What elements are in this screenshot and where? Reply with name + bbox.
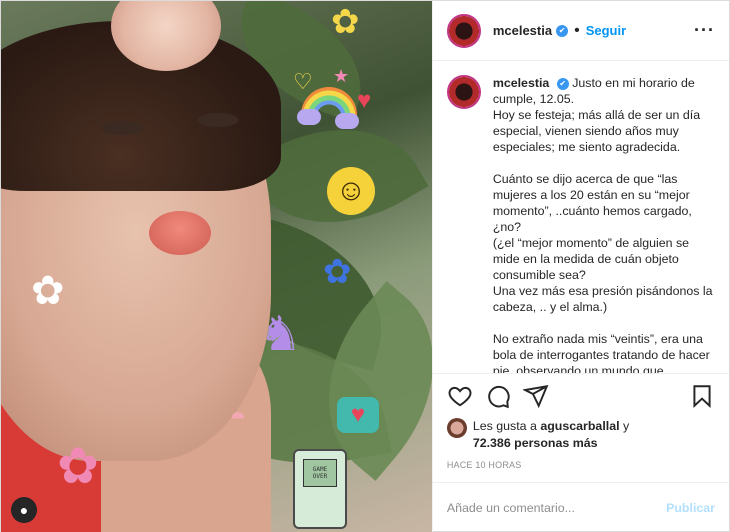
post-header: mcelestia ✔ • Seguir ··· [432, 1, 729, 61]
caption-username[interactable]: mcelestia [493, 76, 549, 90]
gameboy-sticker: GAME OVER [293, 449, 347, 529]
caption-section: mcelestia ✔ Justo en mi horario de cumpl… [432, 61, 729, 374]
blue-bear-sticker: ✿ [323, 253, 352, 291]
post-photo[interactable]: ♥ ♡ ★ ✿ ☺ ✿ ♞ ◓ ♥ ✿ ✿ GAME OVER ● [1, 1, 432, 532]
publish-button[interactable]: Publicar [666, 501, 715, 515]
likes-summary: Les gusta a aguscarballal y 72.386 perso… [433, 418, 729, 452]
likes-prefix: Les gusta a [472, 419, 537, 433]
post-timestamp[interactable]: HACE 10 HORAS [432, 452, 729, 483]
gameboy-screen-text: GAME OVER [303, 459, 337, 487]
share-icon[interactable] [522, 383, 549, 409]
post-modal: ♥ ♡ ★ ✿ ☺ ✿ ♞ ◓ ♥ ✿ ✿ GAME OVER ● mceles… [0, 0, 730, 532]
eye [197, 113, 239, 127]
comment-icon[interactable] [485, 383, 511, 409]
care-bear-sticker: ✿ [57, 438, 99, 494]
post-side-panel: mcelestia ✔ • Seguir ··· mcelestia ✔ Jus… [431, 1, 729, 532]
heart-outline-sticker: ♡ [293, 69, 313, 94]
bear-sticker: ✿ [331, 3, 360, 41]
caption-paragraph: Cuánto se dijo acerca de que “las mujere… [492, 172, 713, 314]
likes-count[interactable]: 72.386 personas más [473, 436, 598, 450]
cloud-sticker [335, 113, 359, 129]
comment-input[interactable] [446, 501, 667, 515]
pony-sticker: ♞ [259, 308, 303, 361]
likes-joiner: y [623, 419, 630, 433]
separator-dot: • [574, 21, 580, 39]
avatar[interactable] [446, 75, 481, 109]
my-melody-sticker: ✿ [31, 269, 65, 313]
liker-username[interactable]: aguscarballal [540, 419, 619, 433]
action-bar [433, 374, 729, 418]
eye [101, 121, 143, 135]
more-icon[interactable]: ··· [694, 20, 715, 41]
caption-paragraph: No extraño nada mis “veintis”, era una b… [492, 332, 714, 374]
caption-text: mcelestia ✔ Justo en mi horario de cumpl… [492, 75, 715, 374]
verified-icon: ✔ [556, 24, 569, 37]
cloud-sticker [297, 109, 321, 125]
star-sticker: ★ [333, 66, 350, 86]
header-username[interactable]: mcelestia [493, 23, 552, 38]
follow-button[interactable]: Seguir [586, 23, 626, 38]
pacman-ghost-sticker: ◓ [229, 401, 248, 434]
user-tag-icon[interactable]: ● [11, 497, 37, 523]
avatar[interactable] [446, 418, 467, 438]
heart-sticker: ♥ [357, 87, 372, 114]
lips [149, 211, 211, 255]
heart-bubble-sticker: ♥ [337, 397, 379, 433]
avatar[interactable] [446, 13, 481, 48]
smiley-sticker: ☺ [327, 167, 375, 215]
heart-icon[interactable] [447, 383, 473, 409]
verified-icon: ✔ [556, 78, 569, 90]
comment-bar: Publicar [433, 483, 729, 532]
bookmark-icon[interactable] [689, 383, 715, 409]
